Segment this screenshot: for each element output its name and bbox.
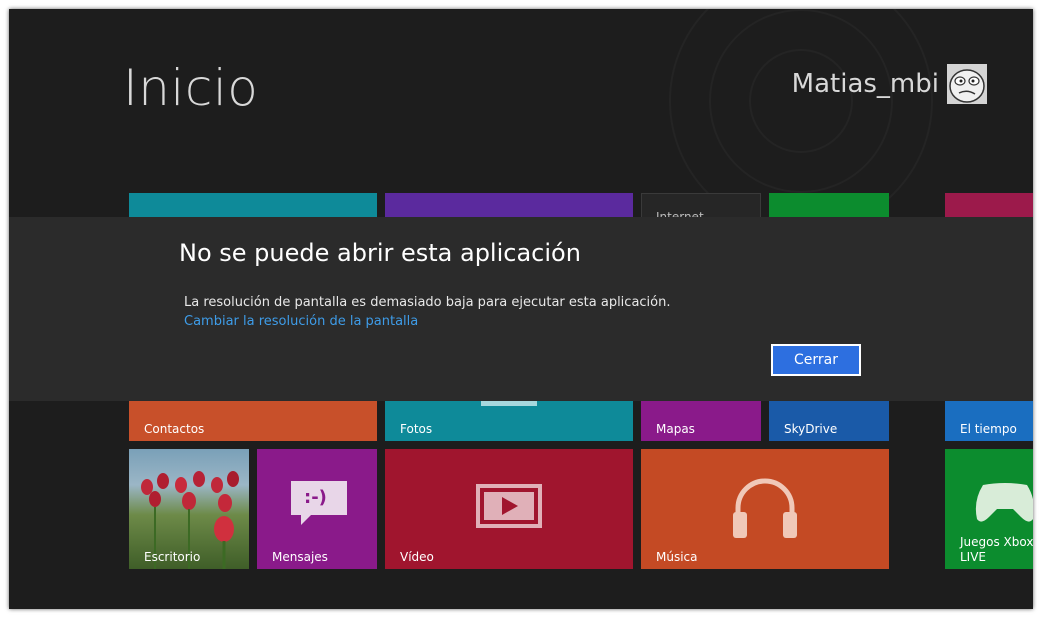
error-dialog: No se puede abrir esta aplicación La res…: [9, 217, 1033, 401]
tile-escritorio[interactable]: Escritorio: [129, 449, 249, 569]
tile-label: El tiempo: [960, 422, 1017, 436]
tile-mensajes[interactable]: :-) Mensajes: [257, 449, 377, 569]
dialog-message: La resolución de pantalla es demasiado b…: [184, 295, 671, 310]
tile-label: Mensajes: [272, 550, 328, 564]
change-resolution-link[interactable]: Cambiar la resolución de la pantalla: [184, 314, 418, 329]
photo-icon-fragment: [481, 401, 537, 406]
message-emoticon: :-): [304, 487, 327, 508]
tile-label: Música: [656, 550, 698, 564]
xbox-controller-icon: [975, 483, 1033, 522]
dialog-title: No se puede abrir esta aplicación: [179, 239, 581, 267]
play-icon: [476, 484, 542, 528]
tile-musica[interactable]: Música: [641, 449, 889, 569]
close-button[interactable]: Cerrar: [771, 344, 861, 376]
avatar-face-icon: [947, 64, 987, 104]
tile-label: Contactos: [144, 422, 205, 436]
start-screen: Inicio Matias_mbi Internet ... Contactos…: [9, 9, 1033, 609]
page-title: Inicio: [123, 59, 259, 117]
tile-label: SkyDrive: [784, 422, 838, 436]
avatar: [947, 64, 987, 104]
tile-label: Vídeo: [400, 550, 434, 564]
tile-label: Juegos Xbox LIVE: [960, 535, 1033, 564]
tile-label: Mapas: [656, 422, 695, 436]
tile-video[interactable]: Vídeo: [385, 449, 633, 569]
user-name: Matias_mbi: [791, 69, 939, 99]
tile-label: Escritorio: [144, 550, 201, 564]
user-account[interactable]: Matias_mbi: [792, 64, 987, 104]
tile-xbox[interactable]: Juegos Xbox LIVE: [945, 449, 1033, 569]
headphones-icon: [733, 478, 797, 538]
tile-label: Fotos: [400, 422, 433, 436]
